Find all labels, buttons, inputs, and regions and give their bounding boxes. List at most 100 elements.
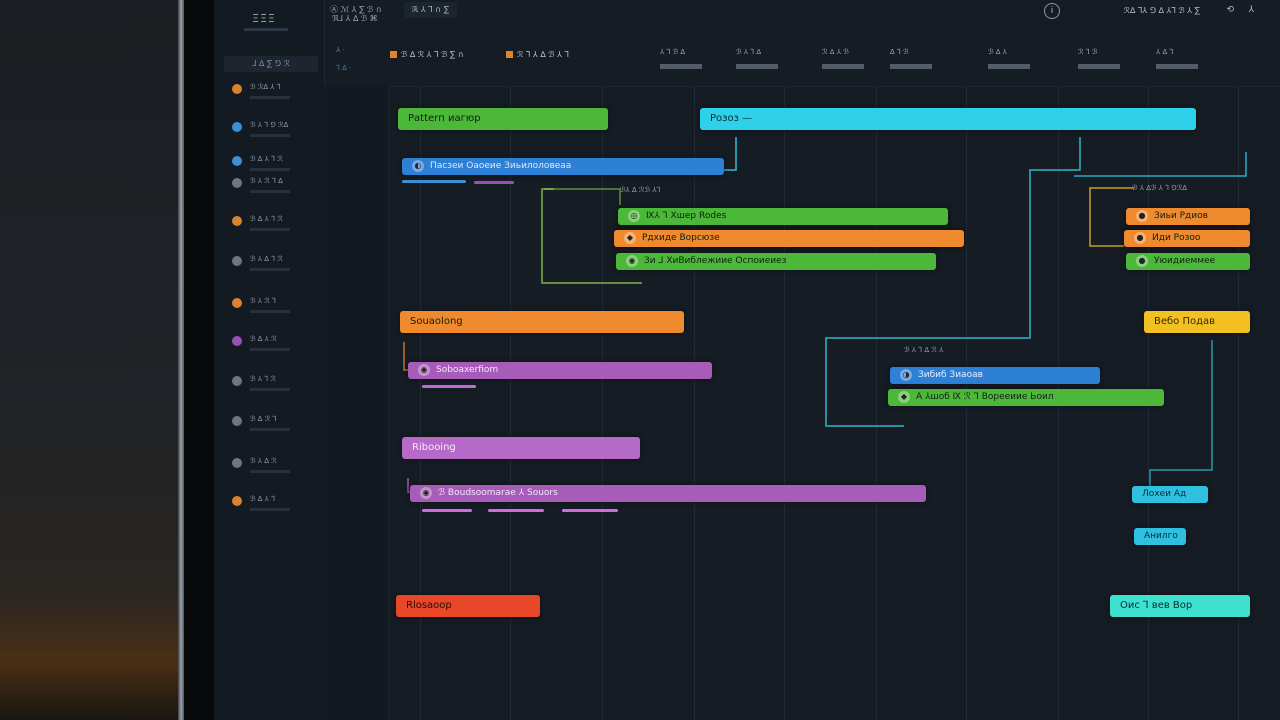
bar-yellow[interactable]: Вебо Подав [1144,311,1250,333]
check-icon: ◉ [626,254,638,267]
sidebar-item-label: ℬ ∆ ⅄ ℛ [250,335,277,343]
sidebar-item-subline [250,190,290,193]
progress-line [488,509,544,512]
status-dot-icon [232,156,242,166]
sidebar-item[interactable]: ℬ ⅄ ℛ ⅂ ∆ [228,176,320,204]
grid-line [784,86,785,720]
bar-group3-child[interactable]: ◉ ℬ Boudsoomarae ⅄ Souors [410,485,926,502]
progress-line [402,180,466,183]
sidebar-item-label: ℬ ⅄ ⅂ ℛ [250,375,276,383]
app-logo: ΞΞΞ [252,12,276,25]
scale-label: ∆ ⅂ ℬ [890,48,909,56]
lane-label: ⅄ · [336,46,345,54]
scale-tick [822,64,864,69]
bar-group1-a[interactable]: ◎ Ⅸ⅄ ⅂ Хшер Rodes [618,208,948,225]
sidebar-item[interactable]: ℬ ⅄ ⅂ ℛ [228,374,320,402]
status-dot-icon [232,416,242,426]
sidebar-item[interactable]: ℬ ⅄ ℛ ⅂ [228,296,320,324]
link-cyan-right [1074,152,1247,177]
menu-icon[interactable]: ⅄ [1249,5,1255,15]
sidebar-item-subline [250,508,290,511]
timeline-ruler: ⅄ · ⅂ ∆ · ℬ ∆ ℛ ⅄ ⅂ ℬ ∑ ∩ ℛ ⅂ ⅄ ∆ ℬ ⅄ ⅂ … [324,40,1280,87]
sidebar-item-subline [250,388,290,391]
filter-swatch-icon [390,51,397,58]
grid-line [694,86,695,720]
sidebar-item-label: ℬ ⅄ ℛ ⅂ [250,297,276,305]
sidebar-item-label: ℬ ⅄ ⅂ ⅁ ℛ∆ [250,121,289,129]
scale-tick [988,64,1030,69]
filter-chip-1[interactable]: ℬ ∆ ℛ ⅄ ⅂ ℬ ∑ ∩ [390,50,464,59]
scale-tick [736,64,778,69]
info-icon[interactable]: i [1044,3,1060,19]
sidebar-item-subline [250,134,290,137]
scale-tick [660,64,702,69]
tab-active[interactable]: ℝ ⅄ ⅂ ∩ ∑ [404,2,458,18]
sidebar-item[interactable]: ℬ ∆ ⅄ ⅂ [228,494,320,522]
sidebar-item-label: ℬ ∆ ⅄ ⅂ [250,495,276,503]
sidebar-item-subline [250,310,290,313]
sidebar-item[interactable]: ℬ ∆ ℛ ⅂ [228,414,320,442]
sidebar-item-subline [250,348,290,351]
scale-tick [1156,64,1198,69]
bar-group2-header[interactable]: Souaolong [400,311,684,333]
scale-tick [890,64,932,69]
sidebar-item-label: ℬ ∆ ℛ ⅂ [250,415,277,423]
right-note: ℬ ⅄ ∆ℬ ⅄ ⅂ ⅁ℛ∆ [1132,184,1187,192]
bar-right-header[interactable]: Розоз — [700,108,1196,130]
sidebar-item[interactable]: ℬ ⅄ ∆ ⅂ ℛ [228,254,320,282]
scale-label: ℛ ⅂ ℬ [1078,48,1098,56]
progress-line [562,509,618,512]
bar-group1-b[interactable]: ◆ Рдхиде Ворсюзе [614,230,964,247]
bar-cyan-a[interactable]: Лохеи Ад [1132,486,1208,503]
bar-cyan-b[interactable]: Анилго [1134,528,1186,545]
sidebar-item-label: ℬ ℛ∆ ⅄ ⅂ [250,83,281,91]
bar-group4-header[interactable]: Rlosaoop [396,595,540,617]
bar-teal[interactable]: Оис ⅂ вев Вор [1110,595,1250,617]
sidebar-item[interactable]: ℬ ⅄ ⅂ ⅁ ℛ∆ [228,120,320,148]
bar-mid-a[interactable]: ◑ Зибиб Зиаоав [890,367,1100,384]
sidebar-item-subline [250,228,290,231]
sidebar-item-subline [250,168,290,171]
bar-right-a[interactable]: ● Зиьи Рдиов [1126,208,1250,225]
status-dot-icon [232,376,242,386]
account-name[interactable]: ℛ∆ ⅂⅄ ⅁ ∆ ⅄⅂ ℬ ⅄ ∑ [1124,6,1200,15]
check-icon: ● [1136,254,1148,267]
progress-line [474,181,514,184]
sidebar-item[interactable]: ℬ ⅄ ∆ ℛ [228,456,320,484]
background-photo [0,0,182,720]
task-icon: ◑ [900,368,912,381]
sidebar-section-header[interactable]: ⅃ ∆ ∑ ⅁ ℛ [224,56,318,72]
bar-group1-c[interactable]: ◉ Зи ⅃ ХиВиблежиие Оспоиеиез [616,253,936,270]
progress-line [422,509,472,512]
bar-group1-child[interactable]: ◐ Пасзеи Оаоеие Зиьилоловеаа [402,158,724,175]
sidebar-item-subline [250,470,290,473]
filter-chip-2[interactable]: ℛ ⅂ ⅄ ∆ ℬ ⅄ ⅂ [506,50,569,59]
task-icon: ● [1136,209,1148,222]
sidebar-item-subline [250,268,290,271]
bar-right-c[interactable]: ● Уюидиеммее [1126,253,1250,270]
status-dot-icon [232,216,242,226]
sidebar-item-label: ℬ ∆ ⅄ ⅂ ℛ [250,155,283,163]
sidebar-item-label: ℬ ∆ ⅄ ⅂ ℛ [250,215,283,223]
scale-label: ℬ ∆ ⅄ [988,48,1007,56]
progress-line [422,385,476,388]
bar-group1-header[interactable]: Раtterп иагюр [398,108,608,130]
sidebar-item-label: ℬ ⅄ ∆ ℛ [250,457,277,465]
bar-right-b[interactable]: ● Иди Розоо [1124,230,1250,247]
grid-line [1238,86,1239,720]
dependency-links [403,137,1247,493]
scale-label: ⅄ ∆ ⅂ [1156,48,1174,56]
sidebar-item[interactable]: ℬ ∆ ⅄ ℛ [228,334,320,362]
lane-sublabel: ⅂ ∆ · [336,64,352,72]
sidebar-item[interactable]: ℬ ∆ ⅄ ⅂ ℛ [228,214,320,242]
bar-group3-header[interactable]: Ribooing [402,437,640,459]
timeline-view: ⅄ · ⅂ ∆ · ℬ ∆ ℛ ⅄ ⅂ ℬ ∑ ∩ ℛ ⅂ ⅄ ∆ ℬ ⅄ ⅂ … [324,40,1280,720]
sync-icon[interactable]: ⟲ [1226,5,1234,15]
task-icon: ◉ [418,363,430,376]
breadcrumb-view[interactable]: ℜ⅃ ⅄ ∆ ℬ ⌘ [332,14,378,23]
bar-mid-b[interactable]: ◆ А ⅄шоб Ⅸ ℛ ⅂ Ворееиие Ьоил [888,389,1164,406]
sidebar: ΞΞΞ ⅃ ∆ ∑ ⅁ ℛ ℬ ℛ∆ ⅄ ⅂ ℬ ⅄ ⅂ ⅁ ℛ∆ ℬ ∆ ⅄ ⅂ … [214,0,325,720]
sidebar-item-label: ℬ ⅄ ∆ ⅂ ℛ [250,255,283,263]
bar-group2-child[interactable]: ◉ Soboaxerfiom [408,362,712,379]
sidebar-item[interactable]: ℬ ℛ∆ ⅄ ⅂ [228,82,320,110]
